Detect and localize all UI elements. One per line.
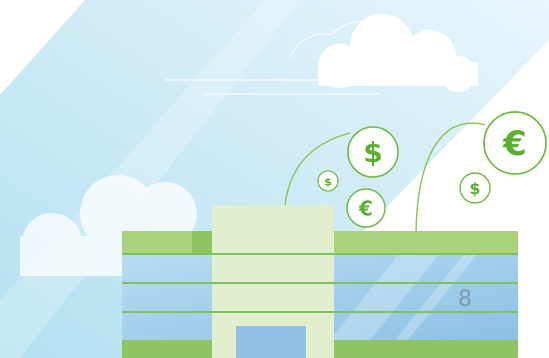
euro-coin-icon: € [358,197,373,221]
euro-coin-icon: € [502,124,527,164]
euro-coin-small: € [346,188,386,228]
dollar-coin-icon: $ [324,176,332,189]
dollar-coin-right: $ [459,172,491,204]
building-entrance [236,326,306,358]
dollar-coin-icon: $ [469,179,480,198]
dollar-coin-large: $ [347,126,399,178]
dollar-coin-small: $ [317,170,339,192]
dollar-coin-icon: $ [363,136,382,169]
money-growth-illustration: 8 $ $ € € $ [0,0,549,358]
window-number: 8 [458,287,472,312]
euro-coin-large: € [483,111,547,175]
